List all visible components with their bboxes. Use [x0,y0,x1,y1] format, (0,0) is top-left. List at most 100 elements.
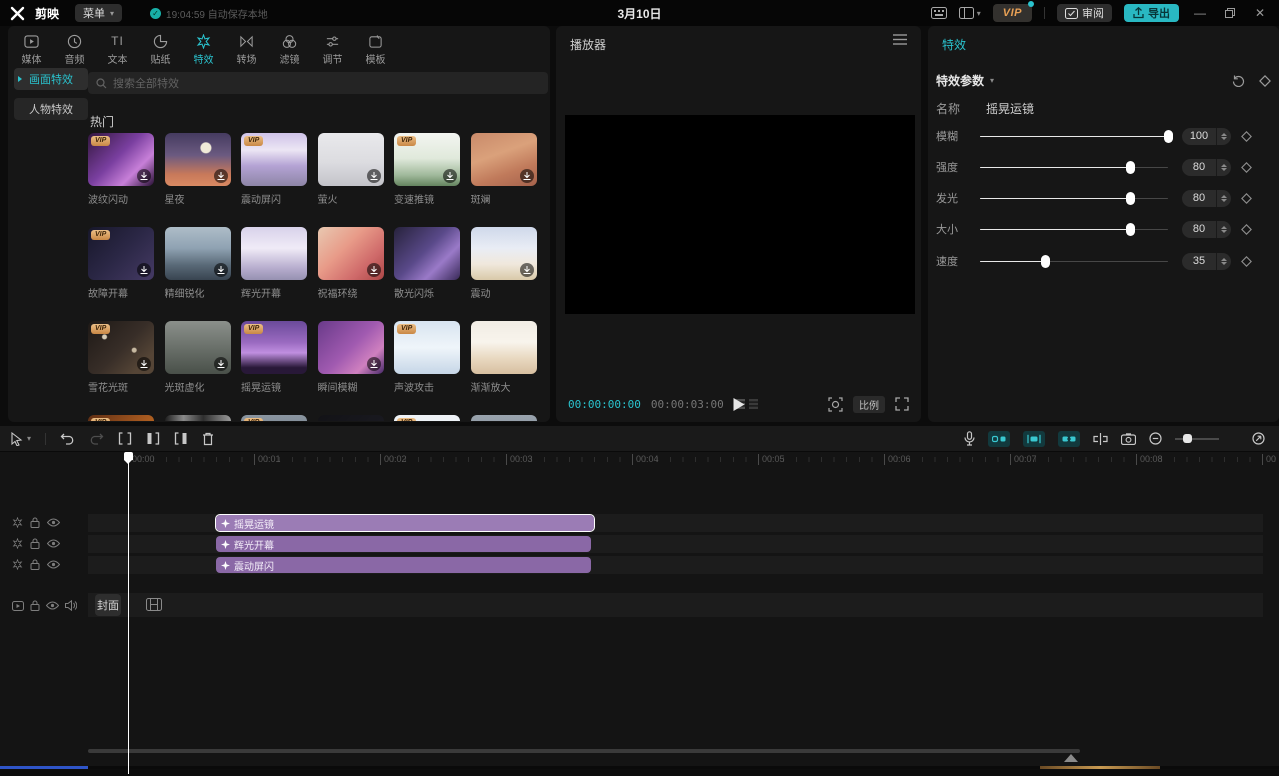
effect-card[interactable]: VIP变速推镜 [394,133,460,206]
effect-card[interactable]: 震动 [471,227,537,300]
slider-thumb[interactable] [1126,161,1135,174]
timeline-zoom-slider[interactable] [1175,434,1219,444]
lock-icon[interactable] [30,600,40,611]
tab-sticker[interactable]: 贴纸 [139,30,182,71]
effect-card[interactable]: VIP波纹闪动 [88,133,154,206]
keyframe-icon[interactable] [1241,131,1252,142]
select-tool-icon[interactable]: ▾ [10,432,31,446]
search-input[interactable]: 搜索全部特效 [88,72,548,94]
effect-card[interactable]: 光斑虚化 [165,321,231,394]
zoom-out-icon[interactable] [1149,432,1162,445]
category-screen-effects[interactable]: 画面特效 [14,68,88,90]
effect-card[interactable]: 精细锐化 [165,227,231,300]
lock-icon[interactable] [30,538,40,549]
keyframe-icon[interactable] [1259,75,1271,87]
ratio-button[interactable]: 比例 [853,396,885,413]
effect-card[interactable]: VIP声波攻击 [394,321,460,394]
undo-icon[interactable] [60,432,75,445]
export-button[interactable]: 导出 [1124,4,1179,22]
category-character-effects[interactable]: 人物特效 [14,98,88,120]
timeline-clip[interactable]: 辉光开幕 [216,536,591,552]
effect-card[interactable]: 斑斓 [471,133,537,206]
tab-adjust[interactable]: 调节 [311,30,354,71]
minimize-button[interactable]: — [1191,6,1209,20]
delete-right-icon[interactable] [174,432,188,445]
zoom-slider-thumb[interactable] [1183,434,1192,443]
tab-media[interactable]: 媒体 [10,30,53,71]
effect-card[interactable]: 祝福环绕 [318,227,384,300]
effect-card[interactable]: VIP [241,415,307,421]
param-value[interactable]: 80 [1182,159,1216,176]
split-icon[interactable] [118,432,132,445]
main-track-magnet-toggle[interactable] [988,431,1010,447]
fullscreen-icon[interactable] [895,397,909,411]
inspector-tab-effects[interactable]: 特效 [942,36,966,53]
effect-card[interactable]: 瞬间模糊 [318,321,384,394]
tab-effects[interactable]: 特效 [182,30,225,71]
main-video-track[interactable] [88,593,1263,617]
lock-icon[interactable] [30,559,40,570]
effect-card[interactable]: VIP震动屏闪 [241,133,307,206]
param-value[interactable]: 80 [1182,190,1216,207]
stepper-control[interactable] [1216,128,1231,145]
effect-track-3[interactable]: 震动屏闪 [88,556,1263,574]
speaker-icon[interactable] [65,600,77,611]
effect-card[interactable] [165,415,231,421]
redo-icon[interactable] [89,432,104,445]
stepper-control[interactable] [1216,253,1231,270]
param-value[interactable]: 35 [1182,253,1216,270]
maximize-button[interactable] [1221,8,1239,18]
param-slider[interactable] [980,192,1168,205]
slider-thumb[interactable] [1126,223,1135,236]
review-button[interactable]: 审阅 [1057,4,1112,22]
stepper-control[interactable] [1216,159,1231,176]
keyframe-icon[interactable] [1241,162,1252,173]
effect-track-2[interactable]: 辉光开幕 [88,535,1263,553]
horizontal-scrollbar[interactable] [88,749,1080,753]
eye-icon[interactable] [47,560,60,569]
close-button[interactable]: ✕ [1251,6,1269,20]
effect-track-1[interactable]: 摇晃运镜 [88,514,1263,532]
slider-thumb[interactable] [1164,130,1173,143]
menu-button[interactable]: 菜单 ▾ [75,4,122,22]
keyframe-icon[interactable] [1241,256,1252,267]
tab-filters[interactable]: 滤镜 [268,30,311,71]
effect-card[interactable]: VIP故障开幕 [88,227,154,300]
collapse-chevron-icon[interactable]: ▾ [990,76,994,85]
eye-icon[interactable] [47,539,60,548]
reset-icon[interactable] [1232,74,1245,87]
record-mic-icon[interactable] [964,431,975,446]
param-slider[interactable] [980,161,1168,174]
tab-templates[interactable]: 模板 [354,30,397,71]
preview-focus-icon[interactable] [828,397,843,412]
fit-timeline-icon[interactable] [1252,432,1265,445]
auto-snap-toggle[interactable] [1023,431,1045,447]
tab-audio[interactable]: 音频 [53,30,96,71]
effect-card[interactable]: 星夜 [165,133,231,206]
link-preview-toggle[interactable] [1058,431,1080,447]
effect-card[interactable]: 辉光开幕 [241,227,307,300]
param-slider[interactable] [980,223,1168,236]
tab-transitions[interactable]: 转场 [225,30,268,71]
timeline-ruler[interactable]: 00:00 00:01 00:02 00:03 00:04 00:05 00:0… [0,452,1279,467]
keyframe-icon[interactable] [1241,224,1252,235]
effect-card[interactable]: VIP [394,415,460,421]
slider-thumb[interactable] [1041,255,1050,268]
eye-icon[interactable] [46,601,59,610]
eye-icon[interactable] [47,518,60,527]
tab-text[interactable]: TI 文本 [96,30,139,71]
cover-button[interactable]: 封面 [95,594,121,616]
effect-card[interactable]: VIP雪花光斑 [88,321,154,394]
player-menu-icon[interactable] [893,34,907,45]
layout-switch-icon[interactable]: ▾ [959,7,981,19]
param-slider[interactable] [980,255,1168,268]
video-preview[interactable] [565,115,915,314]
param-slider[interactable] [980,130,1168,143]
delete-left-icon[interactable] [146,432,160,445]
play-button[interactable] [733,398,744,411]
stepper-control[interactable] [1216,221,1231,238]
stepper-control[interactable] [1216,190,1231,207]
slider-thumb[interactable] [1126,192,1135,205]
cover-capture-icon[interactable] [1121,433,1136,445]
effect-card[interactable]: VIP摇晃运镜 [241,321,307,394]
